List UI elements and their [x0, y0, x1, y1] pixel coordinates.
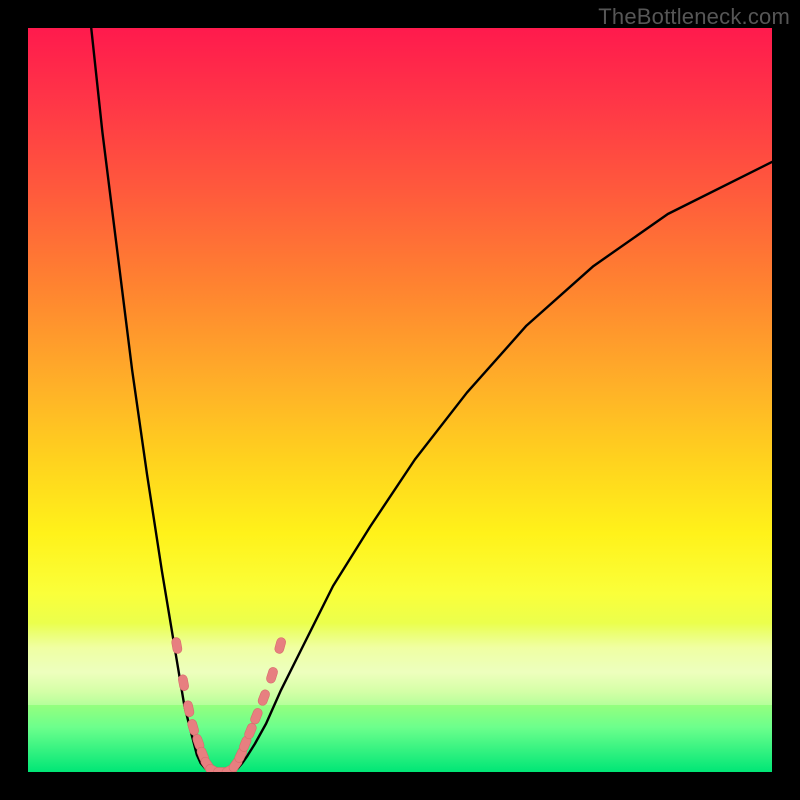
curve-marker	[171, 637, 183, 654]
curve-marker	[249, 707, 263, 725]
curve-marker	[274, 637, 287, 655]
watermark-text: TheBottleneck.com	[598, 4, 790, 30]
curve-marker	[265, 666, 278, 684]
curve-layer	[28, 28, 772, 772]
curve-marker	[257, 689, 271, 707]
plot-area	[28, 28, 772, 772]
curve-marker	[183, 700, 195, 718]
bottleneck-curve	[91, 28, 772, 772]
curve-marker	[178, 674, 190, 691]
chart-frame: TheBottleneck.com	[0, 0, 800, 800]
curve-marker	[187, 718, 200, 736]
